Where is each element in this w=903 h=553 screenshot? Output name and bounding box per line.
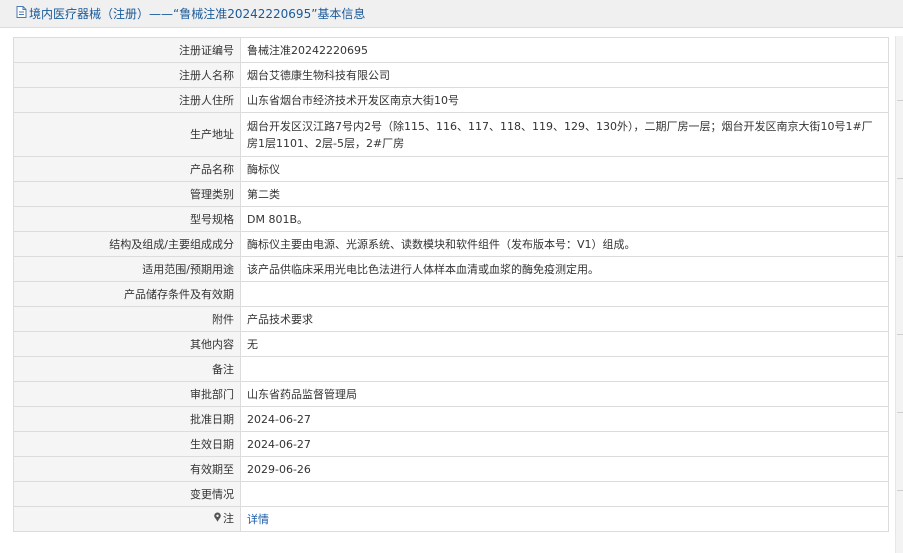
table-row: 附件 产品技术要求 — [13, 306, 889, 332]
scrollbar-tick — [897, 412, 903, 413]
row-value: 无 — [240, 331, 889, 357]
table-row: 注册人住所 山东省烟台市经济技术开发区南京大街10号 — [13, 87, 889, 113]
table-row: 型号规格 DM 801B。 — [13, 206, 889, 232]
header-title-wrap: 境内医疗器械（注册）——“鲁械注准20242220695”基本信息 — [16, 5, 366, 22]
row-label: 批准日期 — [13, 406, 241, 432]
scrollbar-tick — [897, 334, 903, 335]
row-label: 适用范围/预期用途 — [13, 256, 241, 282]
table-row: 注册人名称 烟台艾德康生物科技有限公司 — [13, 62, 889, 88]
row-label: 注册人名称 — [13, 62, 241, 88]
row-value: 该产品供临床采用光电比色法进行人体样本血清或血浆的酶免疫测定用。 — [240, 256, 889, 282]
scrollbar-tick — [897, 256, 903, 257]
row-label: 其他内容 — [13, 331, 241, 357]
row-label: 产品名称 — [13, 156, 241, 182]
table-row: 适用范围/预期用途 该产品供临床采用光电比色法进行人体样本血清或血浆的酶免疫测定… — [13, 256, 889, 282]
row-label: 变更情况 — [13, 481, 241, 507]
row-label: 备注 — [13, 356, 241, 382]
row-label: 有效期至 — [13, 456, 241, 482]
row-label: 生效日期 — [13, 431, 241, 457]
row-value: 鲁械注准20242220695 — [240, 37, 889, 63]
page-title: 境内医疗器械（注册）——“鲁械注准20242220695”基本信息 — [29, 7, 366, 21]
pin-icon — [213, 510, 222, 527]
row-label: 审批部门 — [13, 381, 241, 407]
table-row: 批准日期 2024-06-27 — [13, 406, 889, 432]
row-value: 酶标仪主要由电源、光源系统、读数模块和软件组件（发布版本号：V1）组成。 — [240, 231, 889, 257]
table-row: 产品名称 酶标仪 — [13, 156, 889, 182]
scrollbar-tick — [897, 178, 903, 179]
row-value: 2024-06-27 — [240, 431, 889, 457]
row-value: DM 801B。 — [240, 206, 889, 232]
row-value — [240, 356, 889, 382]
details-link[interactable]: 详情 — [247, 513, 269, 526]
row-label: 管理类别 — [13, 181, 241, 207]
info-table: 注册证编号 鲁械注准20242220695 注册人名称 烟台艾德康生物科技有限公… — [13, 37, 889, 532]
row-value: 2029-06-26 — [240, 456, 889, 482]
row-value — [240, 481, 889, 507]
vertical-scrollbar[interactable] — [895, 36, 903, 553]
row-value: 2024-06-27 — [240, 406, 889, 432]
row-label: 注册人住所 — [13, 87, 241, 113]
table-row: 生效日期 2024-06-27 — [13, 431, 889, 457]
row-label: 附件 — [13, 306, 241, 332]
note-row: 注 详情 — [13, 506, 889, 532]
note-label-cell: 注 — [13, 506, 241, 532]
scrollbar-tick — [897, 100, 903, 101]
table-row: 生产地址 烟台开发区汉江路7号内2号（除115、116、117、118、119、… — [13, 112, 889, 157]
row-value: 酶标仪 — [240, 156, 889, 182]
document-icon — [16, 5, 27, 22]
row-value: 烟台开发区汉江路7号内2号（除115、116、117、118、119、129、1… — [240, 112, 889, 157]
row-value: 山东省药品监督管理局 — [240, 381, 889, 407]
table-row: 管理类别 第二类 — [13, 181, 889, 207]
table-row: 备注 — [13, 356, 889, 382]
table-row: 其他内容 无 — [13, 331, 889, 357]
table-row: 审批部门 山东省药品监督管理局 — [13, 381, 889, 407]
row-value: 山东省烟台市经济技术开发区南京大街10号 — [240, 87, 889, 113]
row-label: 产品储存条件及有效期 — [13, 281, 241, 307]
table-row: 注册证编号 鲁械注准20242220695 — [13, 37, 889, 63]
table-row: 结构及组成/主要组成成分 酶标仪主要由电源、光源系统、读数模块和软件组件（发布版… — [13, 231, 889, 257]
row-value: 烟台艾德康生物科技有限公司 — [240, 62, 889, 88]
table-row: 产品储存条件及有效期 — [13, 281, 889, 307]
row-label: 生产地址 — [13, 112, 241, 157]
row-value: 第二类 — [240, 181, 889, 207]
note-value-cell: 详情 — [240, 506, 889, 532]
info-table-wrap: 注册证编号 鲁械注准20242220695 注册人名称 烟台艾德康生物科技有限公… — [13, 37, 889, 532]
note-label: 注 — [223, 512, 234, 526]
table-row: 有效期至 2029-06-26 — [13, 456, 889, 482]
row-value — [240, 281, 889, 307]
row-label: 型号规格 — [13, 206, 241, 232]
row-value: 产品技术要求 — [240, 306, 889, 332]
page-header: 境内医疗器械（注册）——“鲁械注准20242220695”基本信息 — [0, 0, 903, 28]
row-label: 注册证编号 — [13, 37, 241, 63]
table-row: 变更情况 — [13, 481, 889, 507]
scrollbar-tick — [897, 490, 903, 491]
row-label: 结构及组成/主要组成成分 — [13, 231, 241, 257]
